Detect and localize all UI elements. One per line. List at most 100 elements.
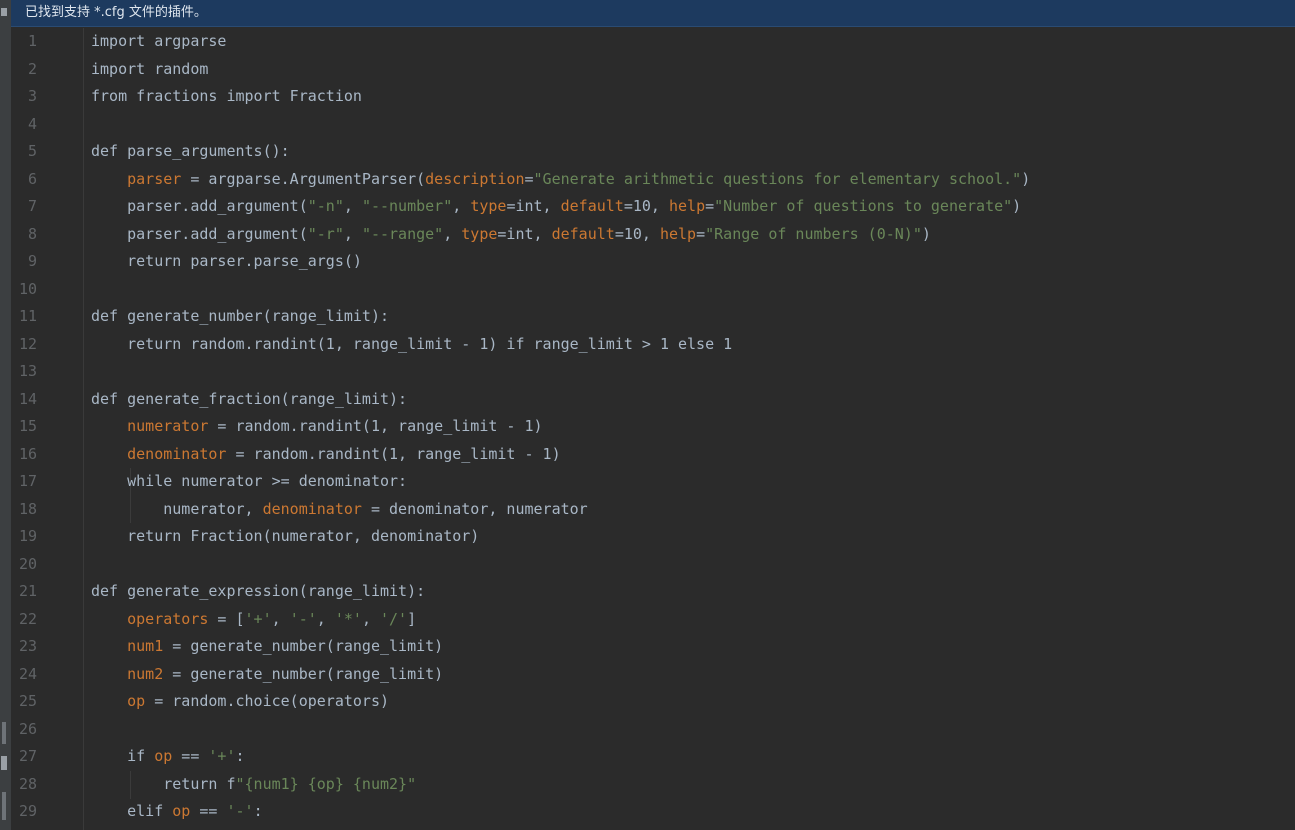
code-token: "Generate arithmetic questions for eleme…: [533, 169, 1022, 188]
code-token: elif: [91, 802, 173, 820]
code-token: = generate_number(range_limit): [163, 664, 444, 683]
code-token: default: [551, 224, 615, 243]
line-number: 24: [18, 664, 37, 683]
code-token: "{num1} {op} {num2}": [235, 774, 417, 793]
code-token: = [: [208, 609, 245, 628]
code-text: num1 = generate_number(range_limit): [91, 633, 443, 661]
code-line[interactable]: 3 from fractions import Fraction: [11, 83, 1295, 111]
code-line[interactable]: 20: [11, 551, 1295, 579]
code-line[interactable]: 12 return random.randint(1, range_limit …: [11, 331, 1295, 359]
code-text: import argparse: [91, 28, 226, 56]
code-line[interactable]: 26: [11, 716, 1295, 744]
code-token: def generate_number(range_limit):: [91, 307, 390, 325]
code-text: import random: [91, 56, 208, 84]
line-number: 14: [18, 389, 37, 408]
line-number: 4: [27, 114, 37, 133]
code-token: if: [91, 747, 155, 765]
code-token: return Fraction(numerator, denominator): [91, 527, 480, 545]
line-number: 12: [18, 334, 37, 353]
line-number: 2: [27, 59, 37, 78]
line-number: 20: [18, 554, 37, 573]
line-number: 25: [18, 692, 37, 710]
code-line[interactable]: 10: [11, 276, 1295, 304]
code-line[interactable]: 21 def generate_expression(range_limit):: [11, 578, 1295, 606]
code-text: parser = argparse.ArgumentParser(descrip…: [91, 166, 1030, 194]
code-token: return random.randint(1, range_limit - 1…: [91, 334, 733, 353]
plugin-notification-banner[interactable]: 已找到支持 *.cfg 文件的插件。: [11, 0, 1295, 27]
tool-strip-marker-icon[interactable]: [1, 756, 7, 770]
code-line[interactable]: 1 import argparse: [11, 28, 1295, 56]
code-token: =10,: [623, 197, 669, 215]
code-token: import random: [91, 59, 209, 78]
code-text: operators = ['+', '-', '*', '/']: [91, 606, 416, 634]
tool-strip-marker-icon[interactable]: [1, 8, 7, 16]
code-line[interactable]: 22 operators = ['+', '-', '*', '/']: [11, 606, 1295, 634]
code-line[interactable]: 11 def generate_number(range_limit):: [11, 303, 1295, 331]
code-token: ,: [343, 224, 362, 243]
code-token: parser: [127, 169, 182, 188]
banner-message: 已找到支持 *.cfg 文件的插件。: [25, 5, 207, 20]
code-text: if op == '+':: [91, 743, 244, 771]
code-line[interactable]: 4: [11, 111, 1295, 139]
code-line[interactable]: 16 denominator = random.randint(1, range…: [11, 441, 1295, 469]
line-number: 3: [27, 87, 37, 105]
code-line[interactable]: 2 import random: [11, 56, 1295, 84]
code-line[interactable]: 23 num1 = generate_number(range_limit): [11, 633, 1295, 661]
code-text: numerator = random.randint(1, range_limi…: [91, 413, 542, 441]
code-token: default: [560, 197, 624, 215]
code-token: =: [705, 197, 715, 215]
code-line[interactable]: 7 parser.add_argument("-n", "--number", …: [11, 193, 1295, 221]
line-number: 13: [18, 362, 37, 380]
code-line[interactable]: 25 op = random.choice(operators): [11, 688, 1295, 716]
code-token: numerator,: [91, 499, 263, 518]
tool-strip-tab-icon[interactable]: [2, 722, 6, 744]
code-token: '+': [244, 609, 272, 628]
code-token: '*': [334, 609, 362, 628]
code-line[interactable]: 19 return Fraction(numerator, denominato…: [11, 523, 1295, 551]
code-token: "Range of numbers (0-N)": [705, 224, 922, 243]
code-token: = random.choice(operators): [145, 692, 390, 710]
code-token: def generate_expression(range_limit):: [91, 582, 426, 600]
code-token: ==: [172, 747, 209, 765]
code-token: ): [921, 224, 931, 243]
code-line[interactable]: 28 return f"{num1} {op} {num2}": [11, 771, 1295, 799]
code-text: def generate_expression(range_limit):: [91, 578, 425, 606]
code-line[interactable]: 9 return parser.parse_args(): [11, 248, 1295, 276]
code-text: op = random.choice(operators): [91, 688, 389, 716]
code-token: ==: [190, 802, 227, 820]
code-text: def generate_number(range_limit):: [91, 303, 389, 331]
code-line[interactable]: 6 parser = argparse.ArgumentParser(descr…: [11, 166, 1295, 194]
code-token: ): [1012, 197, 1022, 215]
code-line[interactable]: 14 def generate_fraction(range_limit):: [11, 386, 1295, 414]
code-line[interactable]: 18 numerator, denominator = denominator,…: [11, 496, 1295, 524]
code-token: = random.randint(1, range_limit - 1): [226, 444, 561, 463]
code-token: ,: [343, 197, 362, 215]
code-token: "-r": [307, 224, 344, 243]
line-number: 5: [27, 142, 37, 160]
code-text: return f"{num1} {op} {num2}": [91, 771, 416, 799]
code-line[interactable]: 27 if op == '+':: [11, 743, 1295, 771]
code-line[interactable]: 13: [11, 358, 1295, 386]
code-token: parser.add_argument(: [91, 224, 308, 243]
line-number: 21: [18, 582, 37, 600]
code-editor[interactable]: 1 import argparse 2 import random 3 from frac…: [11, 28, 1295, 830]
code-line[interactable]: 8 parser.add_argument("-r", "--range", t…: [11, 221, 1295, 249]
code-line[interactable]: 17 while numerator >= denominator:: [11, 468, 1295, 496]
code-line[interactable]: 29 elif op == '-':: [11, 798, 1295, 826]
code-token: ]: [407, 609, 417, 628]
code-line[interactable]: 24 num2 = generate_number(range_limit): [11, 661, 1295, 689]
code-line[interactable]: 15 numerator = random.randint(1, range_l…: [11, 413, 1295, 441]
tool-strip-tab-icon[interactable]: [2, 792, 6, 820]
line-number: 28: [18, 774, 37, 793]
code-text: parser.add_argument("-n", "--number", ty…: [91, 193, 1021, 221]
code-text: elif op == '-':: [91, 798, 263, 826]
code-token: :: [253, 802, 263, 820]
line-number: 17: [18, 472, 37, 490]
code-line[interactable]: 5 def parse_arguments():: [11, 138, 1295, 166]
line-number: 22: [18, 609, 37, 628]
